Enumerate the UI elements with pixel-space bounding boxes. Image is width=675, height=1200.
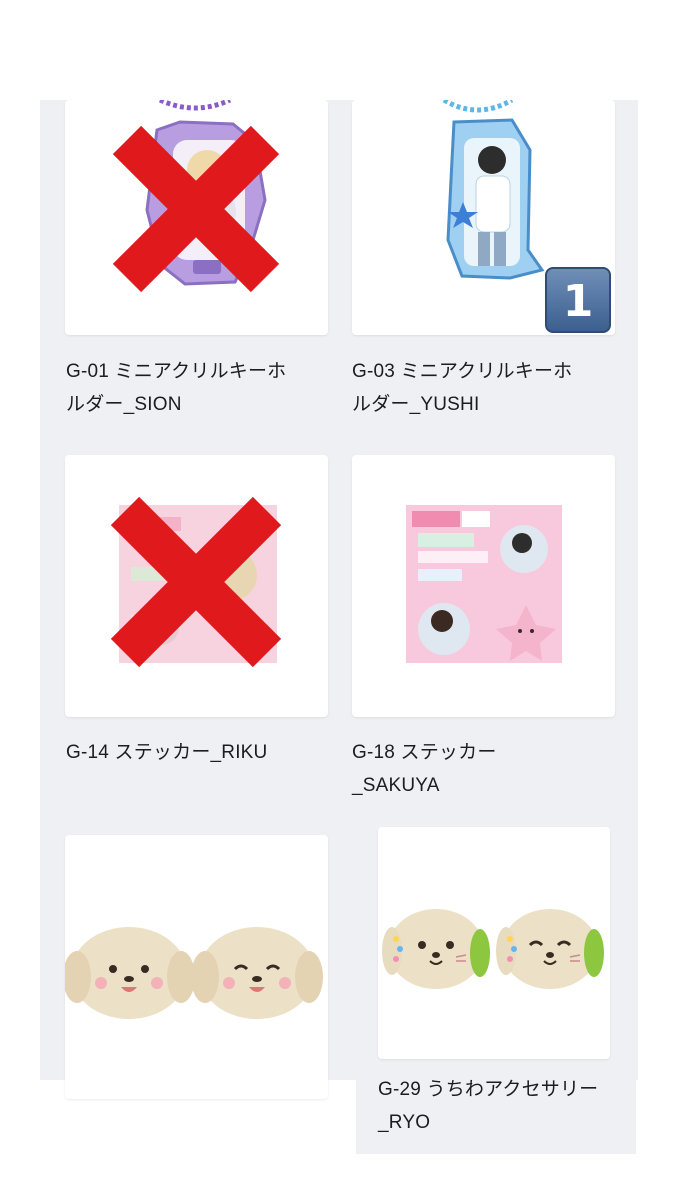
product-title-yushi-keychain[interactable]: G-03 ミニアクリルキーホ ルダー_YUSHI	[352, 355, 622, 421]
product-card-dog-accessory[interactable]	[65, 835, 328, 1099]
product-card-sakuya-sticker[interactable]	[352, 455, 615, 717]
product-title-line: G-14 ステッカー_RIKU	[66, 742, 268, 763]
product-title-line: ルダー_YUSHI	[352, 394, 480, 415]
sold-out-cross-icon	[112, 125, 280, 293]
sticker-sheet-image	[406, 505, 562, 663]
product-title-line: G-01 ミニアクリルキーホ	[66, 361, 287, 382]
quantity-badge: 1	[545, 267, 611, 333]
product-title-sakuya-sticker[interactable]: G-18 ステッカー _SAKUYA	[352, 736, 622, 802]
product-card-ryo-accessory[interactable]	[378, 827, 610, 1059]
product-title-line: _RYO	[378, 1112, 431, 1133]
product-title-line: _SAKUYA	[352, 775, 440, 796]
dog-accessory-image	[65, 927, 323, 1019]
dog-accessory-image	[382, 909, 604, 989]
product-title-ryo-accessory[interactable]: G-29 うちわアクセサリー _RYO	[378, 1073, 638, 1139]
product-card-sion-keychain[interactable]	[65, 100, 328, 335]
product-title-line: G-29 うちわアクセサリー	[378, 1079, 599, 1100]
product-title-line: ルダー_SION	[66, 394, 182, 415]
product-title-sion-keychain[interactable]: G-01 ミニアクリルキーホ ルダー_SION	[66, 355, 336, 421]
product-card-riku-sticker[interactable]	[65, 455, 328, 717]
product-title-line: G-03 ミニアクリルキーホ	[352, 361, 573, 382]
product-title-riku-sticker[interactable]: G-14 ステッカー_RIKU	[66, 736, 336, 769]
product-title-line: G-18 ステッカー	[352, 742, 497, 763]
sold-out-cross-icon	[110, 496, 282, 668]
product-card-yushi-keychain[interactable]: 1	[352, 100, 615, 335]
